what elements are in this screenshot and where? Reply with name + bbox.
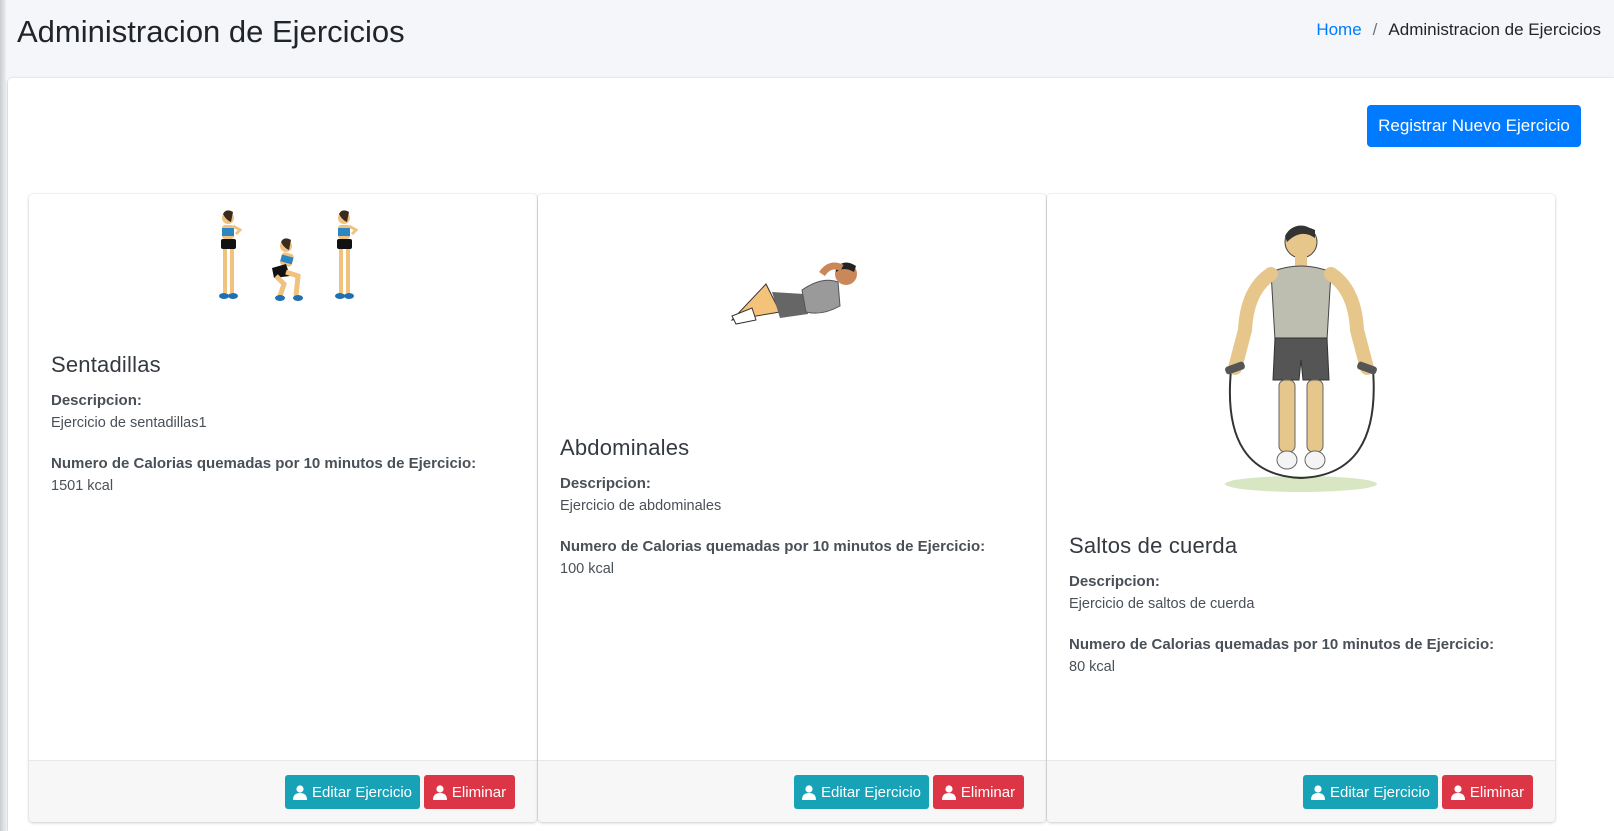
breadcrumb-separator: / — [1372, 20, 1378, 39]
squat-illustration — [29, 206, 537, 326]
calories-label: Numero de Calorias quemadas por 10 minut… — [1069, 636, 1495, 653]
exercise-card: Sentadillas Descripcion: Ejercicio de se… — [29, 194, 537, 822]
card-footer: Editar Ejercicio Eliminar — [538, 760, 1046, 822]
edit-label: Editar Ejercicio — [1329, 783, 1431, 801]
breadcrumb-home-link[interactable]: Home — [1316, 20, 1361, 40]
content-header: Administracion de Ejercicios Home / Admi… — [0, 0, 1614, 76]
user-icon — [292, 784, 307, 800]
breadcrumb-current: Administracion de Ejercicios — [1388, 20, 1601, 39]
user-icon — [801, 784, 816, 800]
description-value: Ejercicio de sentadillas1 — [51, 415, 207, 431]
description-value: Ejercicio de abdominales — [560, 498, 722, 514]
edit-exercise-button[interactable]: Editar Ejercicio — [1303, 775, 1438, 809]
user-icon — [941, 784, 956, 800]
breadcrumb: Home / Administracion de Ejercicios — [1316, 20, 1601, 40]
exercise-name: Abdominales — [560, 435, 690, 460]
sidebar-edge — [0, 0, 6, 831]
delete-exercise-button[interactable]: Eliminar — [1442, 775, 1533, 809]
user-icon — [1310, 784, 1325, 800]
jump-rope-illustration — [1047, 220, 1555, 500]
description-value: Ejercicio de saltos de cuerda — [1069, 596, 1255, 612]
edit-label: Editar Ejercicio — [311, 783, 413, 801]
delete-label: Eliminar — [960, 783, 1016, 801]
situp-illustration — [538, 254, 1046, 334]
exercise-card: Saltos de cuerda Descripcion: Ejercicio … — [1047, 194, 1555, 822]
register-exercise-button[interactable]: Registrar Nuevo Ejercicio — [1367, 105, 1581, 147]
delete-exercise-button[interactable]: Eliminar — [424, 775, 515, 809]
exercise-body: Saltos de cuerda Descripcion: Ejercicio … — [1069, 533, 1533, 675]
exercise-name: Saltos de cuerda — [1069, 533, 1238, 558]
calories-label: Numero de Calorias quemadas por 10 minut… — [51, 455, 477, 472]
page-title: Administracion de Ejercicios — [17, 14, 405, 49]
delete-label: Eliminar — [1469, 783, 1525, 801]
description-label: Descripcion: — [1069, 573, 1160, 590]
exercise-body: Abdominales Descripcion: Ejercicio de ab… — [560, 435, 1024, 577]
description-label: Descripcion: — [560, 475, 651, 492]
delete-label: Eliminar — [451, 783, 507, 801]
exercise-card: Abdominales Descripcion: Ejercicio de ab… — [538, 194, 1046, 822]
user-icon — [432, 784, 447, 800]
description-label: Descripcion: — [51, 392, 142, 409]
calories-value: 80 kcal — [1069, 659, 1115, 675]
edit-exercise-button[interactable]: Editar Ejercicio — [794, 775, 929, 809]
exercise-body: Sentadillas Descripcion: Ejercicio de se… — [51, 352, 515, 494]
exercise-name: Sentadillas — [51, 352, 161, 377]
user-icon — [1450, 784, 1465, 800]
calories-value: 100 kcal — [560, 561, 615, 577]
card-footer: Editar Ejercicio Eliminar — [1047, 760, 1555, 822]
calories-label: Numero de Calorias quemadas por 10 minut… — [560, 538, 986, 555]
edit-exercise-button[interactable]: Editar Ejercicio — [285, 775, 420, 809]
edit-label: Editar Ejercicio — [820, 783, 922, 801]
exercise-admin-card: Registrar Nuevo Ejercicio Sentadillas De… — [8, 78, 1614, 831]
delete-exercise-button[interactable]: Eliminar — [933, 775, 1024, 809]
calories-value: 1501 kcal — [51, 478, 114, 494]
card-footer: Editar Ejercicio Eliminar — [29, 760, 537, 822]
